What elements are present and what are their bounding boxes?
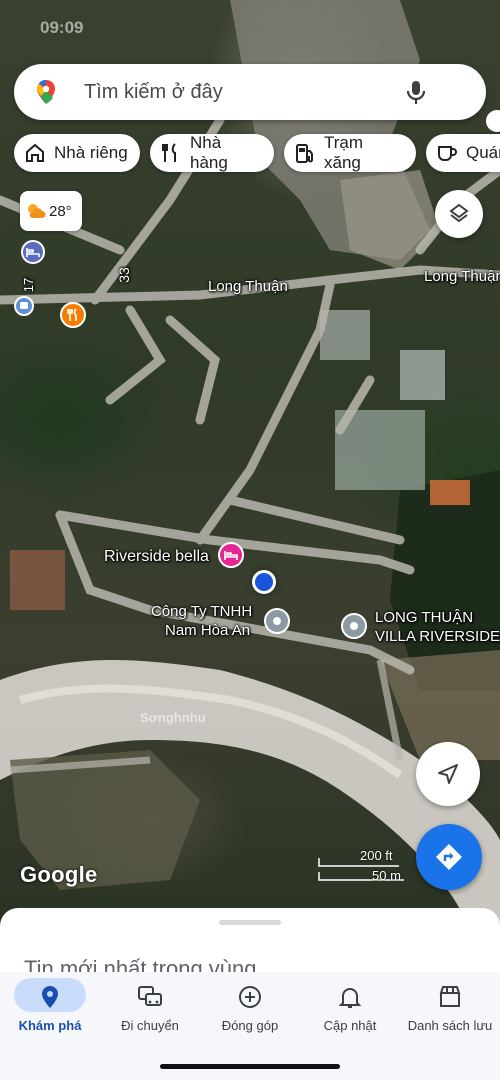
hotel-pin-icon[interactable] bbox=[218, 542, 244, 568]
navigation-arrow-icon bbox=[438, 764, 458, 784]
maps-pin-icon bbox=[37, 80, 55, 104]
layers-button[interactable] bbox=[435, 190, 483, 238]
nav-saved-label: Danh sách lưu bbox=[407, 1018, 493, 1033]
map-scale: 200 ft 50 m bbox=[318, 846, 408, 886]
scale-imperial: 200 ft bbox=[360, 848, 393, 863]
restaurant-pin-icon[interactable] bbox=[60, 302, 86, 328]
explore-pin-icon bbox=[42, 986, 58, 1008]
search-bar[interactable]: Tìm kiếm ở đây H bbox=[14, 64, 488, 172]
status-bar-time: 09:09 bbox=[40, 18, 84, 37]
villa-pin-icon[interactable] bbox=[341, 613, 367, 639]
my-location-button[interactable] bbox=[416, 742, 480, 806]
nav-explore-label: Khám phá bbox=[18, 1018, 82, 1033]
coffee-cup-icon bbox=[438, 146, 457, 161]
gas-pump-icon bbox=[296, 144, 313, 163]
nav-explore[interactable]: Khám phá bbox=[0, 972, 100, 1042]
bus-stop-icon[interactable] bbox=[14, 296, 34, 316]
directions-icon bbox=[436, 844, 462, 870]
chip-home[interactable]: Nhà riêng bbox=[14, 134, 140, 172]
nav-updates-label: Cập nhật bbox=[323, 1018, 377, 1033]
weather-temp: 28° bbox=[49, 202, 72, 220]
nav-commute-label: Đi chuyển bbox=[121, 1018, 179, 1033]
microphone-icon[interactable] bbox=[402, 78, 430, 106]
sheet-drag-handle[interactable] bbox=[219, 920, 281, 925]
chip-cafes-label: Quán bbox=[466, 143, 500, 162]
road-label-long-thuan: Long Thuận bbox=[208, 278, 288, 295]
chip-gas-stations-label: Trạm xăng bbox=[324, 133, 364, 172]
commute-icon bbox=[138, 986, 162, 1006]
nav-contribute[interactable]: Đóng góp bbox=[200, 972, 300, 1042]
chip-restaurants[interactable]: Nhà hàng bbox=[150, 133, 274, 172]
bell-icon bbox=[338, 988, 362, 1008]
place-label-riverside-bella[interactable]: Riverside bella bbox=[104, 548, 209, 566]
nav-updates[interactable]: Cập nhật bbox=[300, 972, 400, 1042]
road-label-17: 17 bbox=[21, 277, 37, 293]
place-label-villa-line2[interactable]: VILLA RIVERSIDE bbox=[375, 628, 500, 646]
chip-cafes[interactable]: Quán bbox=[426, 134, 500, 172]
road-label-33: 33 bbox=[115, 267, 132, 283]
search-placeholder: Tìm kiếm ở đây bbox=[84, 81, 223, 103]
google-logo: Google bbox=[20, 862, 98, 887]
nav-contribute-label: Đóng góp bbox=[221, 1018, 279, 1033]
chip-gas-stations[interactable]: Trạm xăng bbox=[284, 133, 416, 172]
fork-knife-icon bbox=[162, 143, 176, 162]
scale-metric: 50 m bbox=[372, 868, 401, 883]
satellite-map[interactable]: 09:09 Long Thuận Long Thuận 33 17 Rivers… bbox=[0, 0, 500, 930]
hotel-small-icon[interactable] bbox=[21, 240, 45, 264]
nav-saved[interactable]: Danh sách lưu bbox=[400, 972, 500, 1042]
directions-button[interactable] bbox=[416, 824, 482, 890]
place-label-company-line1[interactable]: Công Ty TNHH bbox=[151, 603, 252, 621]
chip-restaurants-label: Nhà hàng bbox=[190, 133, 228, 172]
place-label-company-line2[interactable]: Nam Hòa An bbox=[165, 622, 250, 640]
home-indicator[interactable] bbox=[160, 1064, 340, 1069]
sun-cloud-icon bbox=[28, 204, 46, 218]
nav-commute[interactable]: Đi chuyển bbox=[100, 972, 200, 1042]
watermark: Sơnghnhu bbox=[140, 710, 206, 725]
weather-widget[interactable]: 28° bbox=[20, 191, 82, 231]
company-pin-icon[interactable] bbox=[264, 608, 290, 634]
chip-home-label: Nhà riêng bbox=[54, 143, 128, 162]
road-label-long-thuan-east: Long Thuận bbox=[424, 268, 500, 285]
my-location-dot bbox=[252, 570, 276, 594]
add-circle-icon bbox=[239, 986, 261, 1008]
home-icon bbox=[26, 143, 44, 162]
place-label-villa-line1[interactable]: LONG THUẬN bbox=[375, 609, 473, 627]
layers-icon bbox=[449, 203, 469, 223]
saved-list-icon bbox=[439, 986, 461, 1007]
